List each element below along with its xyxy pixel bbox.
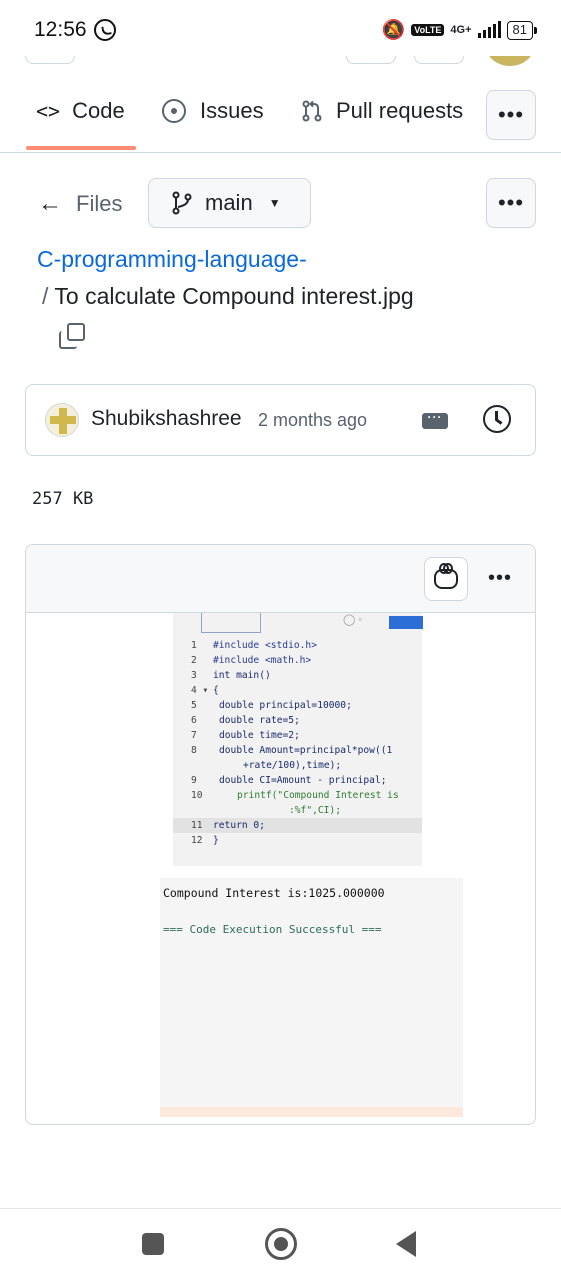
code-line: 3 int main(): [191, 670, 271, 681]
whatsapp-icon: [94, 19, 116, 41]
code-line: 8 double Amount=principal*pow((1: [191, 745, 393, 756]
kebab-icon: •••: [497, 190, 525, 215]
code-line: 12}: [191, 835, 219, 846]
output-panel: Compound Interest is:1025.000000 === Cod…: [160, 878, 463, 1117]
code-editor-screenshot: ◯ ◦ 1 #include <stdio.h> 2 #include <math.…: [173, 613, 423, 866]
home-button[interactable]: [265, 1228, 297, 1260]
author-avatar[interactable]: [45, 403, 79, 437]
commit-time: 2 months ago: [258, 410, 368, 430]
tab-issues[interactable]: Issues: [162, 98, 264, 124]
code-line: 7 double time=2;: [191, 730, 300, 741]
run-button: [389, 616, 423, 629]
branch-selector[interactable]: main ▼: [148, 178, 311, 228]
copilot-button[interactable]: [424, 557, 468, 601]
tabs-more-button[interactable]: •••: [486, 90, 536, 140]
tab-pull-requests[interactable]: Pull requests: [300, 98, 463, 124]
code-line: 9 double CI=Amount - principal;: [191, 775, 387, 786]
code-line: 10 printf("Compound Interest is: [191, 790, 399, 801]
volte-icon: VoLTE: [411, 24, 445, 36]
branch-name: main: [205, 190, 253, 215]
kebab-icon: •••: [497, 102, 525, 127]
breadcrumb-repo-link[interactable]: C-programming-language-: [37, 246, 307, 273]
copilot-icon: [434, 563, 458, 589]
status-icons: 🔕 VoLTE 4G+ 81: [381, 18, 538, 42]
commit-author[interactable]: Shubikshashree: [91, 407, 242, 431]
back-button[interactable]: [396, 1231, 416, 1257]
toolbar-button[interactable]: [414, 56, 464, 64]
history-icon[interactable]: [483, 405, 511, 433]
code-line: +rate/100),time);: [243, 760, 342, 771]
status-time: 12:56: [34, 18, 87, 41]
arrow-left-icon: ←: [38, 190, 62, 217]
toolbar-button[interactable]: [346, 56, 396, 64]
viewer-header: •••: [26, 545, 535, 613]
code-line-highlighted: 11 return 0;: [173, 818, 422, 833]
files-back-button[interactable]: ← Files: [38, 190, 122, 218]
recents-button[interactable]: [142, 1233, 164, 1255]
file-actions-more-button[interactable]: •••: [486, 178, 536, 228]
code-line: 2 #include <math.h>: [191, 655, 312, 666]
path-separator: /: [42, 283, 49, 309]
editor-tab: [269, 613, 329, 633]
viewer-more-icon[interactable]: •••: [488, 567, 512, 590]
editor-tab: [201, 613, 261, 633]
latest-commit-card: Shubikshashree 2 months ago ···: [25, 384, 536, 456]
output-footer: [160, 1107, 463, 1117]
editor-tool-icons: ◯ ◦: [343, 614, 363, 626]
file-size: 257 KB: [32, 489, 94, 509]
editor-toolbar: ◯ ◦: [187, 613, 423, 633]
issue-icon: [162, 99, 186, 123]
execution-status: === Code Execution Successful ===: [163, 923, 382, 936]
repo-tabs: <> Code Issues Pull requests •••: [0, 68, 561, 153]
toolbar-button[interactable]: [25, 56, 75, 64]
code-icon: <>: [36, 99, 61, 123]
network-type: 4G+: [450, 24, 472, 36]
cut-off-toolbar: [0, 56, 561, 68]
file-name: To calculate Compound interest.jpg: [54, 283, 414, 309]
breadcrumb-file-path: / To calculate Compound interest.jpg: [42, 283, 414, 310]
code-line: 1 #include <stdio.h>: [191, 640, 317, 651]
caret-down-icon: ▼: [268, 196, 281, 210]
pull-request-icon: [302, 100, 322, 122]
code-lines: 1 #include <stdio.h> 2 #include <math.h> 3…: [173, 638, 422, 848]
tab-pull-requests-label: Pull requests: [336, 98, 464, 123]
code-line: :%f",CI);: [289, 805, 341, 816]
git-branch-icon: [172, 191, 192, 215]
signal-icon: [477, 21, 501, 38]
status-bar: 12:56 🔕 VoLTE 4G+ 81: [0, 0, 561, 56]
tab-code-label: Code: [72, 98, 125, 123]
mute-icon: 🔕: [381, 20, 406, 41]
tab-code[interactable]: <> Code: [36, 98, 125, 124]
image-preview: ◯ ◦ 1 #include <stdio.h> 2 #include <math.…: [160, 613, 465, 1117]
code-line: 6 double rate=5;: [191, 715, 300, 726]
tab-issues-label: Issues: [200, 98, 264, 123]
file-viewer: ••• ◯ ◦ 1 #include <stdio.h> 2 #include <m…: [25, 544, 536, 1125]
code-line: 5 double principal=10000;: [191, 700, 352, 711]
files-label: Files: [76, 191, 123, 216]
expand-commit-message-button[interactable]: ···: [422, 411, 448, 429]
code-line: 4 ▾{: [191, 685, 219, 696]
output-line: Compound Interest is:1025.000000: [163, 886, 385, 900]
battery-level: 81: [506, 20, 538, 40]
active-tab-indicator: [26, 146, 136, 150]
copy-icon[interactable]: [59, 323, 85, 351]
system-nav-bar: [0, 1208, 561, 1280]
user-avatar[interactable]: [486, 56, 534, 66]
